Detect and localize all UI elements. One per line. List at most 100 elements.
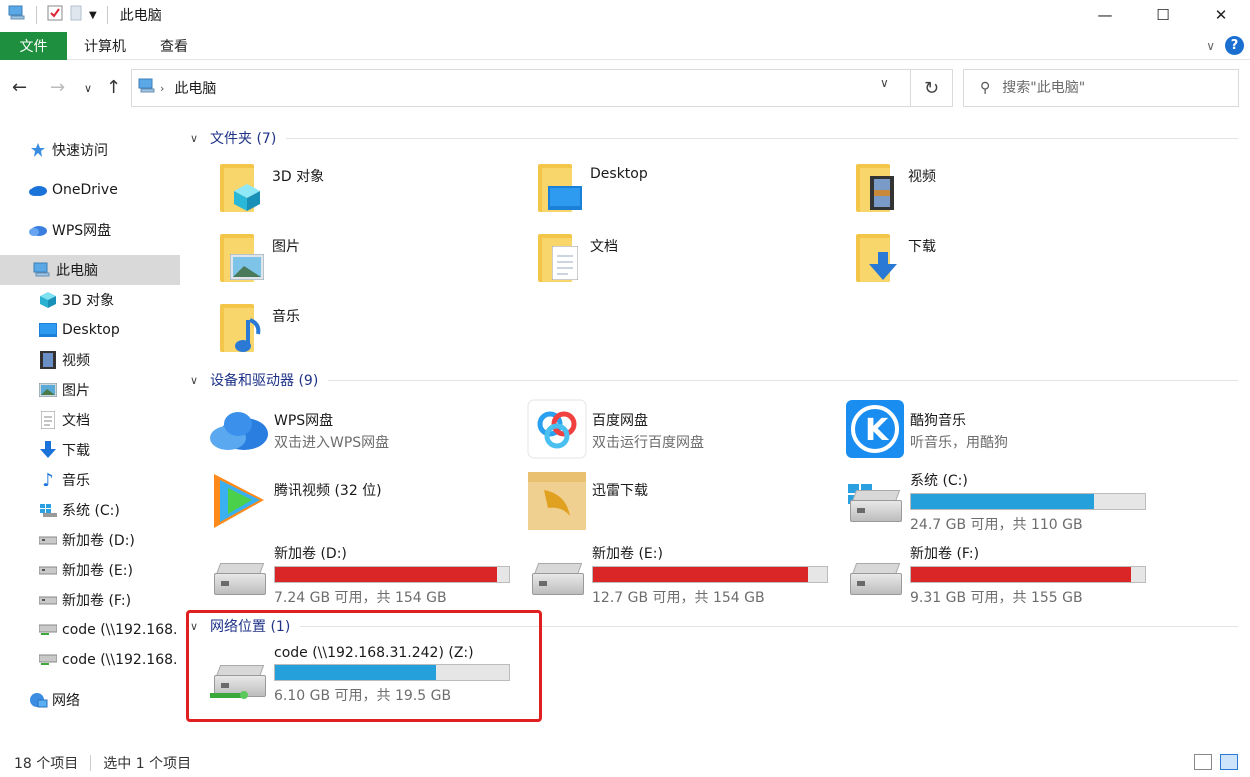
- drive-icon: [38, 560, 58, 580]
- drive-e[interactable]: 新加卷 (E:) 12.7 GB 可用，共 154 GB: [526, 543, 828, 607]
- navigation-bar: ← → ∨ ↑ › 此电脑 ∨ ↻ ⚲: [0, 68, 1250, 110]
- drive-icon: [38, 590, 58, 610]
- cube-icon: [38, 290, 58, 310]
- sidebar-item-drive-f[interactable]: 新加卷 (F:): [0, 585, 180, 615]
- back-button[interactable]: ←: [12, 77, 27, 98]
- sidebar-item-drive-e[interactable]: 新加卷 (E:): [0, 555, 180, 585]
- help-icon[interactable]: ?: [1225, 36, 1244, 55]
- picture-icon: [38, 380, 58, 400]
- maximize-button[interactable]: ☐: [1134, 0, 1192, 30]
- sidebar-item-documents[interactable]: 文档: [0, 405, 180, 435]
- tiles-view-icon[interactable]: [1220, 754, 1238, 770]
- download-icon: [38, 440, 58, 460]
- drive-icon: [526, 543, 588, 605]
- explorer-window: ▼ 此电脑 — ☐ ✕ 文件 计算机 查看 ∨ ? ← → ∨ ↑ › 此电脑: [0, 0, 1250, 777]
- properties-icon[interactable]: [47, 5, 63, 25]
- drive-c-usage-bar: [910, 493, 1146, 510]
- app-kugou[interactable]: K 酷狗音乐 听音乐，用酷狗: [844, 398, 1008, 460]
- music-icon: [216, 300, 264, 356]
- tab-view[interactable]: 查看: [143, 36, 205, 56]
- drive-e-usage-bar: [592, 566, 828, 583]
- app-baidu-netdisk[interactable]: 百度网盘 双击运行百度网盘: [526, 398, 704, 460]
- sidebar-item-network-drive-2[interactable]: code (\\192.168.: [0, 645, 180, 675]
- search-input[interactable]: [1002, 80, 1223, 96]
- kugou-icon: K: [844, 398, 906, 460]
- system-drive-icon: [38, 500, 58, 520]
- folder-3d-objects[interactable]: 3D 对象: [216, 160, 324, 216]
- sidebar-item-network[interactable]: 网络: [0, 685, 180, 715]
- status-bar: 18 个项目 选中 1 个项目: [0, 748, 1250, 777]
- details-view-icon[interactable]: [1194, 754, 1212, 770]
- sidebar-item-wps-cloud[interactable]: WPS网盘: [0, 215, 180, 245]
- network-icon: [28, 690, 48, 710]
- folder-music[interactable]: 音乐: [216, 300, 300, 356]
- drive-d[interactable]: 新加卷 (D:) 7.24 GB 可用，共 154 GB: [208, 543, 510, 607]
- folder-documents[interactable]: 文档: [534, 230, 618, 286]
- network-drive-icon: [38, 620, 58, 640]
- close-button[interactable]: ✕: [1192, 0, 1250, 30]
- drive-f-usage-bar: [910, 566, 1146, 583]
- desktop-icon: [534, 160, 582, 216]
- star-icon: [28, 140, 48, 160]
- app-tencent-video[interactable]: 腾讯视频 (32 位): [208, 470, 382, 532]
- group-header-folders[interactable]: ∨ 文件夹 (7): [190, 128, 1238, 148]
- recent-locations-icon[interactable]: ∨: [84, 82, 92, 95]
- address-dropdown-icon[interactable]: ∨: [880, 76, 889, 90]
- sidebar-item-drive-c[interactable]: 系统 (C:): [0, 495, 180, 525]
- wps-cloud-icon: [28, 220, 48, 240]
- collapse-icon[interactable]: ∨: [190, 374, 204, 387]
- sidebar-item-downloads[interactable]: 下载: [0, 435, 180, 465]
- computer-icon: [8, 5, 26, 25]
- drive-icon: [844, 543, 906, 605]
- drive-f[interactable]: 新加卷 (F:) 9.31 GB 可用，共 155 GB: [844, 543, 1146, 607]
- folder-pictures[interactable]: 图片: [216, 230, 300, 286]
- sidebar-item-3d-objects[interactable]: 3D 对象: [0, 285, 180, 315]
- sidebar-item-this-pc[interactable]: 此电脑: [0, 255, 180, 285]
- sidebar-item-drive-d[interactable]: 新加卷 (D:): [0, 525, 180, 555]
- cloud-icon: [28, 180, 48, 200]
- item-count: 18 个项目: [14, 755, 79, 772]
- folder-downloads[interactable]: 下载: [852, 230, 936, 286]
- quick-access-toolbar: ▼: [0, 0, 112, 30]
- system-drive-icon: [844, 470, 906, 532]
- ribbon-tabs: 文件 计算机 查看 ∨ ?: [0, 31, 1250, 60]
- expand-ribbon-icon[interactable]: ∨: [1206, 39, 1215, 53]
- sidebar-item-onedrive[interactable]: OneDrive: [0, 175, 180, 205]
- minimize-button[interactable]: —: [1076, 0, 1134, 30]
- sidebar-item-quick-access[interactable]: 快速访问: [0, 135, 180, 165]
- title-bar: ▼ 此电脑 — ☐ ✕: [0, 0, 1250, 30]
- sidebar-item-videos[interactable]: 视频: [0, 345, 180, 375]
- folder-videos[interactable]: 视频: [852, 160, 936, 216]
- folder-desktop[interactable]: Desktop: [534, 160, 648, 216]
- app-wps-cloud[interactable]: WPS网盘 双击进入WPS网盘: [208, 398, 389, 460]
- sidebar-item-network-drive-1[interactable]: code (\\192.168.: [0, 615, 180, 645]
- xunlei-icon: [526, 470, 588, 532]
- drive-c[interactable]: 系统 (C:) 24.7 GB 可用，共 110 GB: [844, 470, 1146, 534]
- refresh-button[interactable]: ↻: [911, 69, 953, 107]
- search-box[interactable]: ⚲: [963, 69, 1239, 107]
- up-button[interactable]: ↑: [106, 77, 121, 98]
- music-icon: ♪: [42, 469, 54, 491]
- drive-icon: [208, 543, 270, 605]
- cube-icon: [216, 160, 264, 216]
- new-folder-icon[interactable]: [69, 5, 83, 25]
- chevron-down-icon[interactable]: ▼: [89, 10, 97, 21]
- breadcrumb-separator-icon[interactable]: ›: [160, 82, 164, 95]
- sidebar-item-desktop[interactable]: Desktop: [0, 315, 180, 345]
- tencent-video-icon: [208, 470, 270, 532]
- group-header-devices[interactable]: ∨ 设备和驱动器 (9): [190, 370, 1238, 390]
- wps-cloud-icon: [208, 398, 270, 460]
- app-xunlei[interactable]: 迅雷下载: [526, 470, 648, 532]
- film-icon: [38, 350, 58, 370]
- sidebar-item-pictures[interactable]: 图片: [0, 375, 180, 405]
- tab-file[interactable]: 文件: [0, 31, 67, 60]
- breadcrumb[interactable]: 此电脑: [174, 78, 216, 98]
- collapse-icon[interactable]: ∨: [190, 132, 204, 145]
- search-icon: ⚲: [980, 80, 991, 96]
- network-drive-icon: [38, 650, 58, 670]
- tab-computer[interactable]: 计算机: [67, 36, 143, 56]
- address-bar[interactable]: › 此电脑: [131, 69, 911, 107]
- forward-button[interactable]: →: [50, 77, 65, 98]
- selected-count: 选中 1 个项目: [103, 755, 192, 772]
- sidebar-item-music[interactable]: ♪ 音乐: [0, 465, 180, 495]
